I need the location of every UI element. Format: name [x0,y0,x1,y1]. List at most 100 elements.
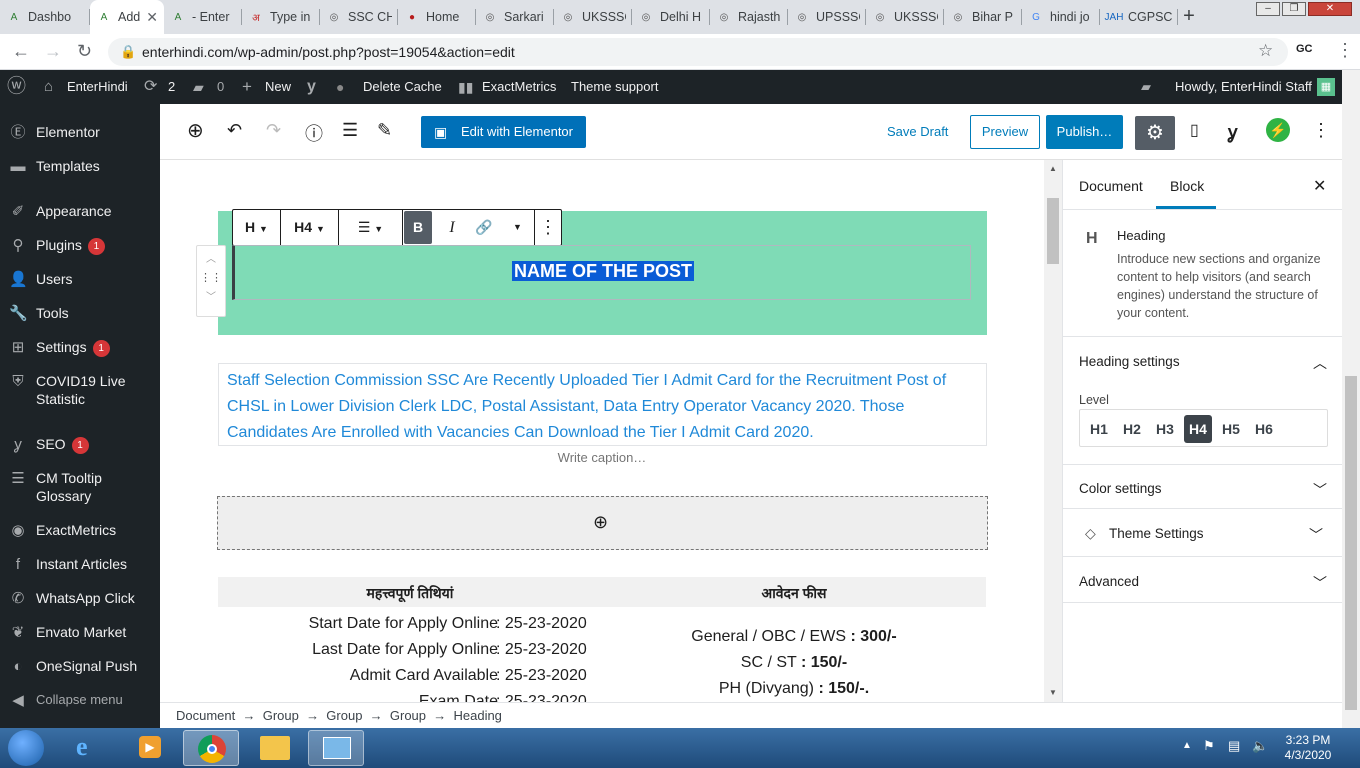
file-explorer-icon[interactable] [247,730,303,766]
more-options-icon[interactable]: ⋮ [1312,120,1330,141]
heading-level-h5-button[interactable]: H5 [1217,415,1245,443]
chevron-down-icon[interactable]: ﹀ [1313,480,1327,500]
block-type-switcher[interactable]: H ▼ [233,210,281,245]
avatar[interactable]: ▦ [1317,78,1335,96]
internet-explorer-icon[interactable]: e [62,730,118,766]
scroll-down-icon[interactable]: ▼ [1049,688,1057,697]
minimize-button[interactable]: – [1256,2,1280,16]
control-panel-icon[interactable] [308,730,364,766]
browser-tab[interactable]: ◎ Rajasth [710,0,788,34]
volume-icon[interactable]: 🔈 [1252,738,1268,754]
sidebar-item-elementor[interactable]: Ⓔ Elementor [0,123,160,141]
sidebar-item-templates[interactable]: ▬ Templates [0,157,160,175]
address-bar[interactable]: 🔒 enterhindi.com/wp-admin/post.php?post=… [108,38,1288,66]
new-tab-button[interactable]: + [1176,4,1202,30]
sidebar-item-covid19-live-statistic[interactable]: ⛨ COVID19 Live Statistic [0,372,160,408]
breadcrumb-item[interactable]: Group [263,708,299,723]
comments-count[interactable]: 0 [217,70,224,104]
heading-block[interactable]: NAME OF THE POST [232,245,971,300]
sidebar-item-instant-articles[interactable]: f Instant Articles [0,555,160,573]
page-scrollbar[interactable] [1342,70,1360,728]
breadcrumb-item[interactable]: Heading [453,708,501,723]
browser-tab[interactable]: Ghindi jo [1022,0,1100,34]
browser-tab[interactable]: ◎ Bihar P [944,0,1022,34]
heading-level-h1-button[interactable]: H1 [1085,415,1113,443]
delete-cache-link[interactable]: Delete Cache [363,70,442,104]
back-icon[interactable]: ← [12,41,30,62]
advanced-toggle[interactable]: Advanced [1079,574,1139,589]
block-more-options-icon[interactable]: ⋮ [535,210,561,245]
theme-settings-toggle[interactable]: Theme Settings [1109,526,1204,541]
close-tab-icon[interactable]: ✕ [146,9,158,26]
sidebar-item-plugins[interactable]: ⚲ Plugins 1 [0,236,160,255]
heading-settings-toggle[interactable]: Heading settings [1079,354,1180,369]
settings-gear-icon[interactable]: ⚙ [1135,116,1175,150]
sidebar-item-collapse-menu[interactable]: ◀ Collapse menu [0,691,160,709]
action-center-icon[interactable]: ⚑ [1203,738,1215,754]
tray-expand-icon[interactable]: ▲ [1182,740,1192,751]
theme-settings-section[interactable]: ◇ Theme Settings ﹀ [1063,509,1343,557]
browser-tab[interactable]: अ Type in [242,0,320,34]
sidebar-item-appearance[interactable]: ✐ Appearance [0,202,160,220]
browser-tab[interactable]: ◎ UKSSSC [866,0,944,34]
yoast-icon[interactable]: y [307,70,316,104]
sidebar-item-whatsapp-click[interactable]: ✆ WhatsApp Click [0,589,160,607]
page-scroll-thumb[interactable] [1345,376,1357,710]
italic-button[interactable]: I [437,210,467,245]
sidebar-item-envato-market[interactable]: ❦ Envato Market [0,623,160,641]
chevron-down-icon[interactable]: ﹀ [1309,525,1323,545]
redo-icon[interactable]: ↷ [266,120,281,141]
system-clock[interactable]: 3:23 PM 4/3/2020 [1278,733,1338,763]
move-down-icon[interactable]: ﹀ [197,288,225,303]
browser-tab[interactable]: ◎ UKSSSC [554,0,632,34]
canvas-scroll-thumb[interactable] [1047,198,1059,264]
sidebar-item-cm-tooltip-glossary[interactable]: ☰ CM Tooltip Glossary [0,469,160,505]
forward-icon[interactable]: → [44,41,62,62]
exactmetrics-link[interactable]: ExactMetrics [482,70,556,104]
browser-tab[interactable]: ● Home [398,0,476,34]
chrome-icon[interactable] [183,730,239,766]
sidebar-item-onesignal-push[interactable]: ◐ OneSignal Push [0,657,160,675]
media-player-icon[interactable]: ▶ [122,730,178,766]
bold-button[interactable]: B [404,211,432,244]
publish-button[interactable]: Publish… [1046,115,1123,149]
maximize-button[interactable]: ❐ [1282,2,1306,16]
browser-tab[interactable]: A Add ✕ [90,0,164,34]
edit-with-elementor-button[interactable]: ▣ Edit with Elementor [421,116,586,148]
chevron-up-icon[interactable]: ︿ [1313,353,1327,373]
browser-tab[interactable]: ◎ SSC CH [320,0,398,34]
color-settings-toggle[interactable]: Color settings [1079,481,1162,496]
sidebar-item-tools[interactable]: 🔧 Tools [0,304,160,322]
close-window-button[interactable]: ✕ [1308,2,1352,16]
reload-icon[interactable]: ↻ [77,41,92,62]
breadcrumb-item[interactable]: Group [326,708,362,723]
browser-tab[interactable]: JAH CGPSC [1100,0,1178,34]
browser-tab[interactable]: A Dashbo [0,0,90,34]
star-icon[interactable]: ☆ [1258,41,1273,61]
move-up-icon[interactable]: ︿ [197,250,225,265]
paragraph-block[interactable]: Staff Selection Commission SSC Are Recen… [218,363,987,446]
save-draft-button[interactable]: Save Draft [887,124,948,139]
preview-button[interactable]: Preview [970,115,1040,149]
yoast-seo-icon[interactable]: ỿ [1228,120,1237,144]
scroll-up-icon[interactable]: ▲ [1049,164,1057,173]
mobile-preview-icon[interactable]: ▯ [1190,120,1199,140]
heading-level-h4-button[interactable]: H4 [1184,415,1212,443]
add-block-icon[interactable]: ⊕ [593,512,608,533]
sidebar-item-exactmetrics[interactable]: ◉ ExactMetrics [0,521,160,539]
browser-tab[interactable]: ◎ Delhi H [632,0,710,34]
browser-tab[interactable]: ◎ UPSSSC [788,0,866,34]
jetpack-icon[interactable]: ⚡ [1266,118,1290,142]
heading-level-dropdown[interactable]: H4 ▼ [281,210,339,245]
heading-level-h3-button[interactable]: H3 [1151,415,1179,443]
more-rich-text-dropdown[interactable]: ▼ [501,210,535,245]
block-appender[interactable]: ⊕ [217,496,988,550]
heading-text[interactable]: NAME OF THE POST [235,261,971,282]
link-icon[interactable]: 🔗 [469,210,499,245]
windows-start-icon[interactable] [8,730,44,766]
extension-icon[interactable]: GC [1296,43,1313,55]
caption-placeholder[interactable]: Write caption… [160,450,1044,465]
tab-document[interactable]: Document [1079,178,1143,194]
heading-level-h2-button[interactable]: H2 [1118,415,1146,443]
color-settings-section[interactable]: Color settings ﹀ [1063,465,1343,509]
